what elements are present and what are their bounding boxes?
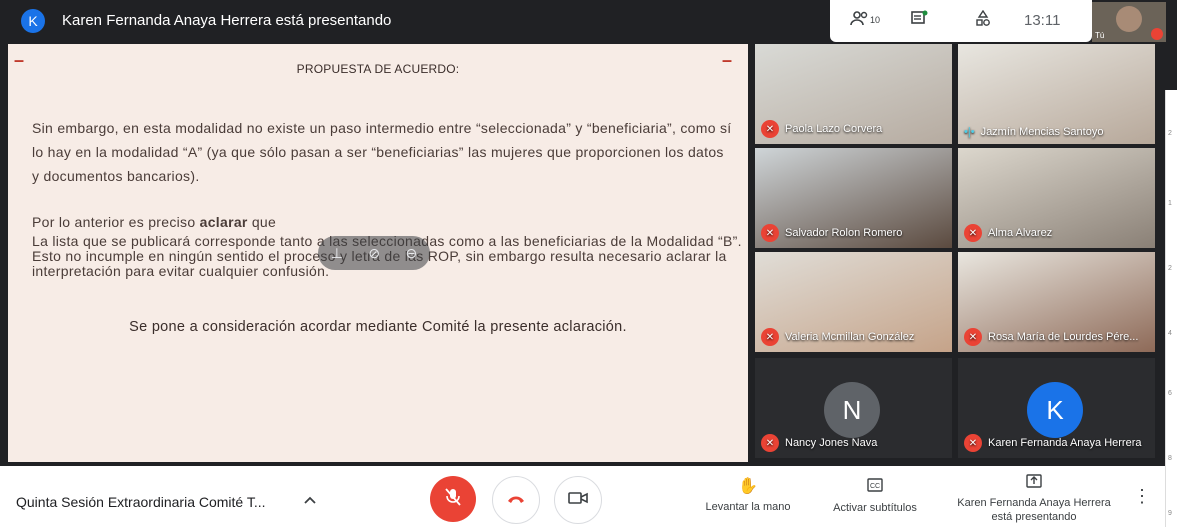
participant-name-tag: •|• Jazmín Mencias Santoyo — [964, 126, 1103, 138]
presenter-avatar: K — [21, 9, 45, 33]
participant-grid: ✕ Paola Lazo Corvera •|• Jazmín Mencias Sa… — [755, 44, 1165, 462]
participant-tile[interactable]: ✕ Paola Lazo Corvera — [755, 44, 952, 144]
people-icon — [850, 10, 870, 29]
mic-off-icon: ✕ — [964, 224, 982, 242]
participant-name: Rosa María de Lourdes Pére... — [988, 331, 1139, 343]
self-video — [1116, 6, 1142, 32]
slide-paragraph-2: Por lo anterior es preciso aclarar que — [32, 214, 732, 230]
participant-tile[interactable]: ✕ Valeria Mcmillan González — [755, 252, 952, 352]
participant-name-tag: ✕ Salvador Rolon Romero — [761, 224, 902, 242]
slide-p2-prefix: Por lo anterior es preciso — [32, 214, 200, 230]
activities-button[interactable] — [975, 9, 991, 31]
mic-off-icon — [444, 487, 462, 512]
participant-name-tag: ✕ Rosa María de Lourdes Pére... — [964, 328, 1138, 346]
more-options-icon[interactable]: ⋮ — [1133, 486, 1151, 507]
present-icon — [944, 474, 1124, 493]
captions-button[interactable]: CC Activar subtítulos — [822, 478, 928, 514]
presenting-line-2: está presentando — [991, 511, 1077, 523]
clock: 13:11 — [1024, 12, 1061, 29]
top-bar: K Karen Fernanda Anaya Herrera está pres… — [0, 0, 1177, 42]
participant-name-tag: ✕ Alma Alvarez — [964, 224, 1052, 242]
svg-text:CC: CC — [870, 483, 880, 490]
present-button[interactable]: Karen Fernanda Anaya Herrera está presen… — [944, 474, 1124, 524]
presenting-line-1: Karen Fernanda Anaya Herrera — [957, 497, 1111, 509]
participant-tile[interactable]: K ✕ Karen Fernanda Anaya Herrera — [958, 358, 1155, 458]
participant-name: Valeria Mcmillan González — [785, 331, 915, 343]
participant-count: 10 — [870, 14, 881, 25]
mic-off-icon: ✕ — [964, 328, 982, 346]
participant-name-tag: ✕ Nancy Jones Nava — [761, 434, 877, 452]
participant-tile[interactable]: N ✕ Nancy Jones Nava — [755, 358, 952, 458]
participant-tile[interactable]: •|• Jazmín Mencias Santoyo — [958, 44, 1155, 144]
participant-name: Alma Alvarez — [988, 227, 1053, 239]
raise-hand-label: Levantar la mano — [705, 501, 791, 513]
chat-button[interactable] — [910, 10, 928, 31]
mic-off-icon: ✕ — [761, 120, 779, 138]
camera-icon — [568, 491, 588, 510]
hand-icon: ✋ — [738, 478, 758, 495]
raise-hand-button[interactable]: ✋ Levantar la mano — [700, 478, 796, 513]
participant-name-tag: ✕ Valeria Mcmillan González — [761, 328, 914, 346]
pin-icon[interactable]: ⊥ — [331, 245, 343, 262]
self-view-tile[interactable]: Tú — [1092, 2, 1166, 42]
side-ruler: 2124689 — [1165, 90, 1177, 527]
mic-off-icon: ✕ — [761, 434, 779, 452]
participant-name: Nancy Jones Nava — [785, 437, 878, 449]
speaking-icon: •|• — [964, 126, 975, 138]
slide-p2-suffix: que — [247, 214, 277, 230]
participant-tile[interactable]: ✕ Rosa María de Lourdes Pére... — [958, 252, 1155, 352]
participant-name: Paola Lazo Corvera — [785, 123, 883, 135]
participant-name-tag: ✕ Paola Lazo Corvera — [761, 120, 882, 138]
captions-label: Activar subtítulos — [833, 502, 917, 514]
mic-off-icon: ✕ — [761, 224, 779, 242]
participant-avatar: N — [824, 382, 880, 438]
participant-name-tag: ✕ Karen Fernanda Anaya Herrera — [964, 434, 1141, 452]
hang-up-icon — [506, 491, 526, 509]
slide-paragraph-4: Se pone a consideración acordar mediante… — [129, 319, 627, 335]
captions-icon: CC — [822, 478, 928, 497]
self-mic-off-icon — [1151, 28, 1163, 40]
shapes-icon — [975, 9, 991, 31]
chevron-up-icon[interactable] — [304, 491, 316, 507]
slide-paragraph-1: Sin embargo, en esta modalidad no existe… — [32, 120, 732, 184]
camera-toggle-button[interactable] — [554, 476, 602, 524]
chat-icon — [910, 10, 928, 31]
presenting-title: Karen Fernanda Anaya Herrera está presen… — [62, 12, 392, 29]
tile-hover-controls: ⊥ ⊘ ⊖ — [318, 236, 430, 270]
mic-off-icon: ✕ — [964, 434, 982, 452]
slide-p2-bold: aclarar — [199, 214, 248, 230]
participant-tile[interactable]: ✕ Salvador Rolon Romero — [755, 148, 952, 248]
mute-icon[interactable]: ⊘ — [368, 245, 380, 262]
participant-name: Salvador Rolon Romero — [785, 227, 903, 239]
remove-icon[interactable]: ⊖ — [406, 245, 418, 262]
mic-toggle-button[interactable] — [430, 476, 476, 522]
participant-name: Karen Fernanda Anaya Herrera — [988, 437, 1142, 449]
participant-tile[interactable]: ✕ Alma Alvarez — [958, 148, 1155, 248]
participant-avatar: K — [1027, 382, 1083, 438]
participant-name: Jazmín Mencias Santoyo — [980, 126, 1104, 138]
self-label: Tú — [1095, 31, 1105, 40]
slide-title: PROPUESTA DE ACUERDO: — [296, 62, 460, 76]
participants-button[interactable]: 10 — [850, 10, 880, 29]
meeting-info-panel: 10 13:11 — [830, 0, 1092, 42]
meeting-title[interactable]: Quinta Sesión Extraordinaria Comité T... — [16, 494, 266, 510]
bottom-bar: Quinta Sesión Extraordinaria Comité T...… — [0, 466, 1165, 527]
mic-off-icon: ✕ — [761, 328, 779, 346]
end-call-button[interactable] — [492, 476, 540, 524]
